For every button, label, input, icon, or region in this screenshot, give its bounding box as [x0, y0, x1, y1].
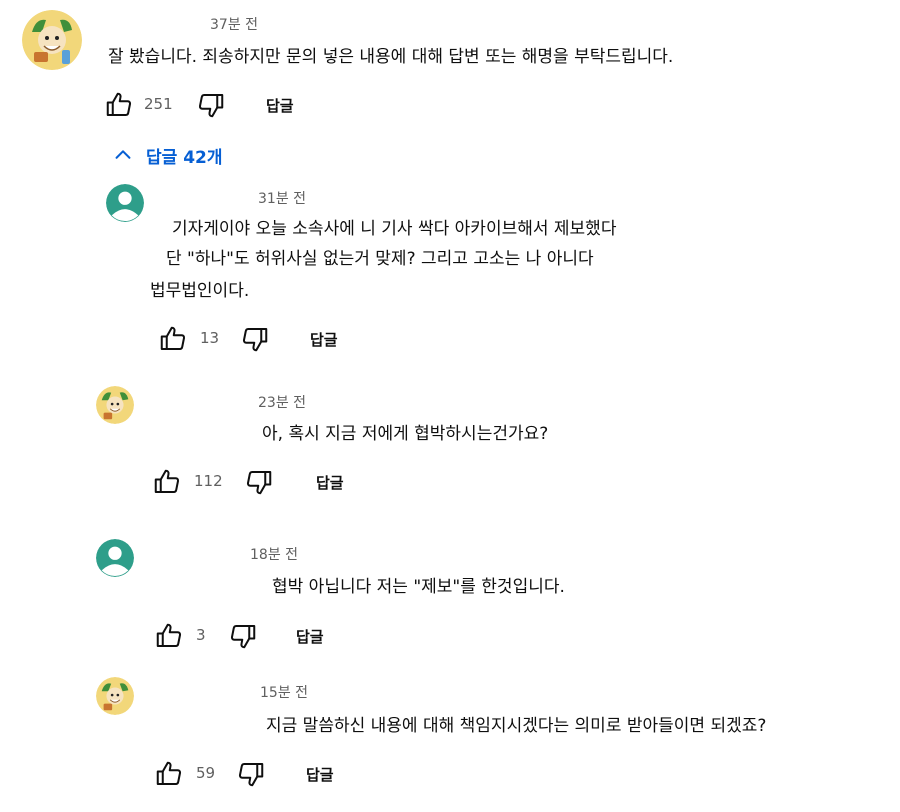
comment-actions: 13 답글 [158, 322, 378, 356]
comment-timestamp[interactable]: 31분 전 [258, 188, 306, 208]
comment-timestamp[interactable]: 15분 전 [260, 682, 308, 702]
comment-text-line: 법무법인이다. [150, 281, 250, 301]
reply-button[interactable]: 답글 [306, 764, 334, 785]
comment-actions: 112 답글 [152, 465, 372, 499]
like-count: 112 [194, 472, 223, 490]
like-icon[interactable] [154, 759, 184, 789]
comment-text-line: 협박 아닙니다 저는 "제보"를 한것입니다. [272, 577, 565, 597]
like-count: 59 [196, 764, 216, 782]
comment-text: 잘 봤습니다. 죄송하지만 문의 넣은 내용에 대해 답변 또는 해명을 부탁드… [108, 47, 674, 67]
avatar[interactable] [96, 677, 134, 715]
comment-actions: 3 답글 [154, 619, 374, 653]
avatar[interactable] [96, 386, 134, 424]
chevron-up-icon [112, 144, 134, 166]
like-icon[interactable] [158, 324, 188, 354]
dislike-icon[interactable] [228, 621, 258, 651]
reply-button[interactable]: 답글 [310, 329, 338, 350]
like-count: 3 [196, 626, 206, 644]
avatar[interactable] [22, 10, 82, 70]
avatar[interactable] [96, 539, 134, 577]
dislike-icon[interactable] [244, 467, 274, 497]
comment-timestamp[interactable]: 23분 전 [258, 392, 306, 412]
like-icon[interactable] [104, 90, 134, 120]
comment-timestamp[interactable]: 18분 전 [250, 544, 298, 564]
comment-text-line: 기자게이야 오늘 소속사에 니 기사 싹다 아카이브해서 제보했다 [172, 219, 617, 239]
dislike-icon[interactable] [196, 90, 226, 120]
comment-actions: 251 답글 [104, 88, 324, 122]
comment-actions: 59 답글 [154, 757, 374, 791]
reply-button[interactable]: 답글 [266, 95, 294, 116]
dislike-icon[interactable] [240, 324, 270, 354]
dislike-icon[interactable] [236, 759, 266, 789]
comment-text-line: 단 "하나"도 허위사실 없는거 맞제? 그리고 고소는 나 아니다 [166, 249, 594, 269]
like-icon[interactable] [154, 621, 184, 651]
reply-button[interactable]: 답글 [316, 472, 344, 493]
replies-count-label: 답글 42개 [146, 147, 223, 168]
like-count: 251 [144, 95, 173, 113]
avatar[interactable] [106, 184, 144, 222]
comment-text-line: 지금 말씀하신 내용에 대해 책임지시겠다는 의미로 받아들이면 되겠죠? [266, 716, 767, 736]
comment-text-line: 아, 혹시 지금 저에게 협박하시는건가요? [262, 424, 549, 444]
replies-toggle-button[interactable]: 답글 42개 [112, 140, 223, 170]
like-icon[interactable] [152, 467, 182, 497]
reply-button[interactable]: 답글 [296, 626, 324, 647]
comment-timestamp[interactable]: 37분 전 [210, 14, 258, 34]
like-count: 13 [200, 329, 220, 347]
